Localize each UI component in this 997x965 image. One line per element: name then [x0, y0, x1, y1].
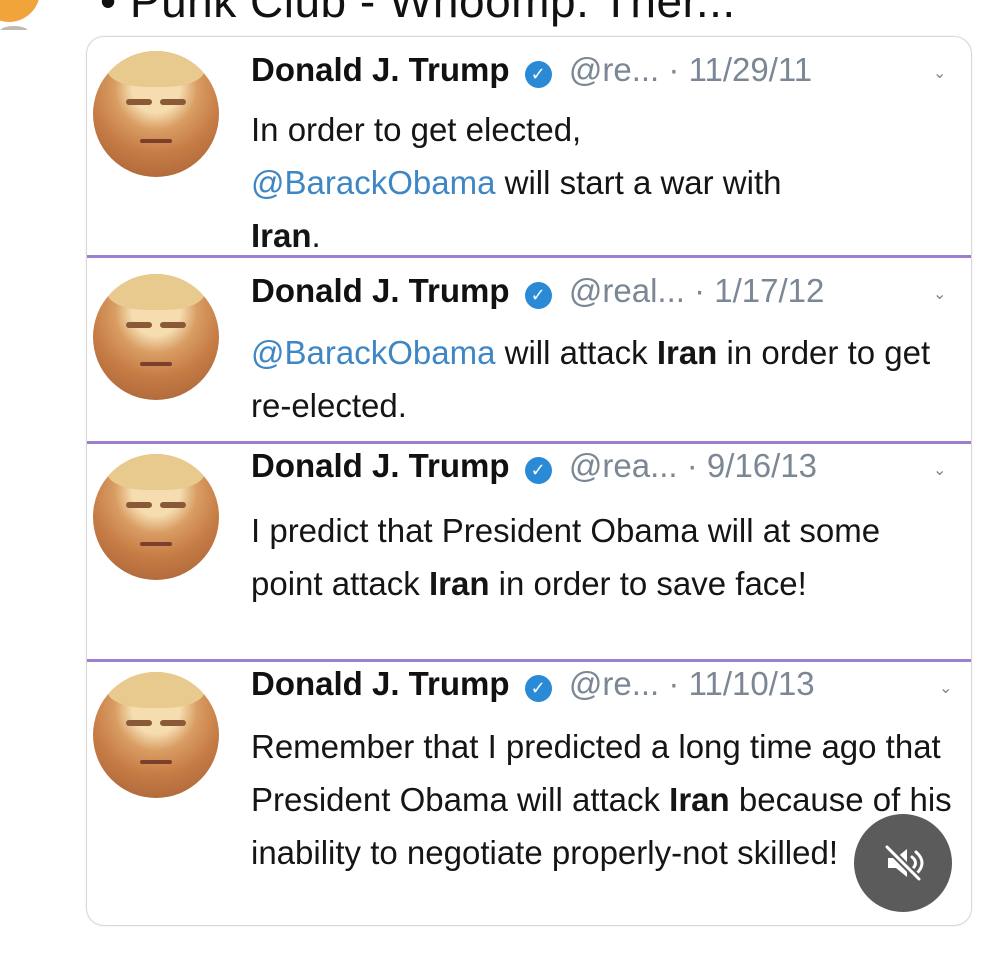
tweet-body: Remember that I predicted a long time ag…	[251, 728, 952, 871]
verified-badge-icon: ✓	[524, 282, 552, 309]
mute-icon	[883, 843, 924, 883]
tweet-date: 11/10/13	[688, 665, 815, 702]
tweet-date: 9/16/13	[706, 447, 818, 484]
verified-badge-icon: ✓	[524, 457, 552, 484]
tweet-body: I predict that President Obama will at s…	[251, 512, 881, 602]
chevron-down-icon[interactable]: ⌄	[939, 678, 961, 697]
tweet-header: Donald J. Trump ✓ @re... · 11/29/11	[251, 51, 812, 89]
mute-button[interactable]	[854, 814, 952, 912]
author-name: Donald J. Trump	[251, 665, 510, 702]
tweet-body: @BarackObama will attack Iran in order t…	[251, 334, 931, 424]
tweet-0: Donald J. Trump ✓ @re... · 11/29/11 ⌄ In…	[87, 37, 971, 258]
chevron-down-icon[interactable]: ⌄	[933, 460, 955, 479]
keyword-iran: Iran	[669, 781, 730, 818]
profile-avatar	[93, 454, 219, 580]
author-handle: @re...	[568, 51, 660, 88]
top-decoration	[0, 26, 28, 30]
tweet-body: In order to get elected, @BarackObama wi…	[251, 111, 782, 254]
chevron-down-icon[interactable]: ⌄	[933, 63, 955, 82]
chevron-down-icon[interactable]: ⌄	[933, 284, 955, 303]
mention: @BarackObama	[251, 164, 496, 201]
tweet-screenshot-image: Donald J. Trump ✓ @re... · 11/29/11 ⌄ In…	[86, 36, 972, 926]
mention: @BarackObama	[251, 334, 496, 371]
verified-badge-icon: ✓	[524, 675, 552, 702]
author-handle: @re...	[568, 665, 660, 702]
profile-avatar	[93, 672, 219, 798]
tweet-header: Donald J. Trump ✓ @rea... · 9/16/13	[251, 447, 817, 485]
keyword-iran: Iran	[428, 565, 490, 602]
top-strip: • Punk Club - Whoomp. Ther...	[0, 0, 997, 30]
author-name: Donald J. Trump	[251, 272, 510, 309]
tweet-date: 11/29/11	[688, 51, 813, 88]
profile-avatar	[93, 274, 219, 400]
top-partial-title: • Punk Club - Whoomp. Ther...	[100, 0, 736, 27]
keyword-iran: Iran	[251, 217, 312, 254]
author-name: Donald J. Trump	[251, 447, 510, 484]
author-name: Donald J. Trump	[251, 51, 510, 88]
tweet-header: Donald J. Trump ✓ @real... · 1/17/12	[251, 272, 824, 310]
tweet-1: Donald J. Trump ✓ @real... · 1/17/12 ⌄ @…	[87, 258, 971, 444]
separator: ·	[686, 447, 698, 484]
tweet-2: Donald J. Trump ✓ @rea... · 9/16/13 ⌄ I …	[87, 444, 971, 662]
separator: ·	[668, 665, 680, 702]
keyword-iran: Iran	[656, 334, 718, 371]
verified-badge-icon: ✓	[524, 61, 552, 88]
separator: ·	[668, 51, 680, 88]
author-handle: @real...	[568, 272, 685, 309]
profile-avatar	[93, 51, 219, 177]
separator: ·	[694, 272, 706, 309]
tweet-date: 1/17/12	[714, 272, 825, 309]
author-handle: @rea...	[568, 447, 678, 484]
tweet-header: Donald J. Trump ✓ @re... · 11/10/13	[251, 665, 815, 703]
top-avatar	[0, 0, 40, 22]
tweet-3: Donald J. Trump ✓ @re... · 11/10/13 ⌄ Re…	[87, 662, 971, 925]
